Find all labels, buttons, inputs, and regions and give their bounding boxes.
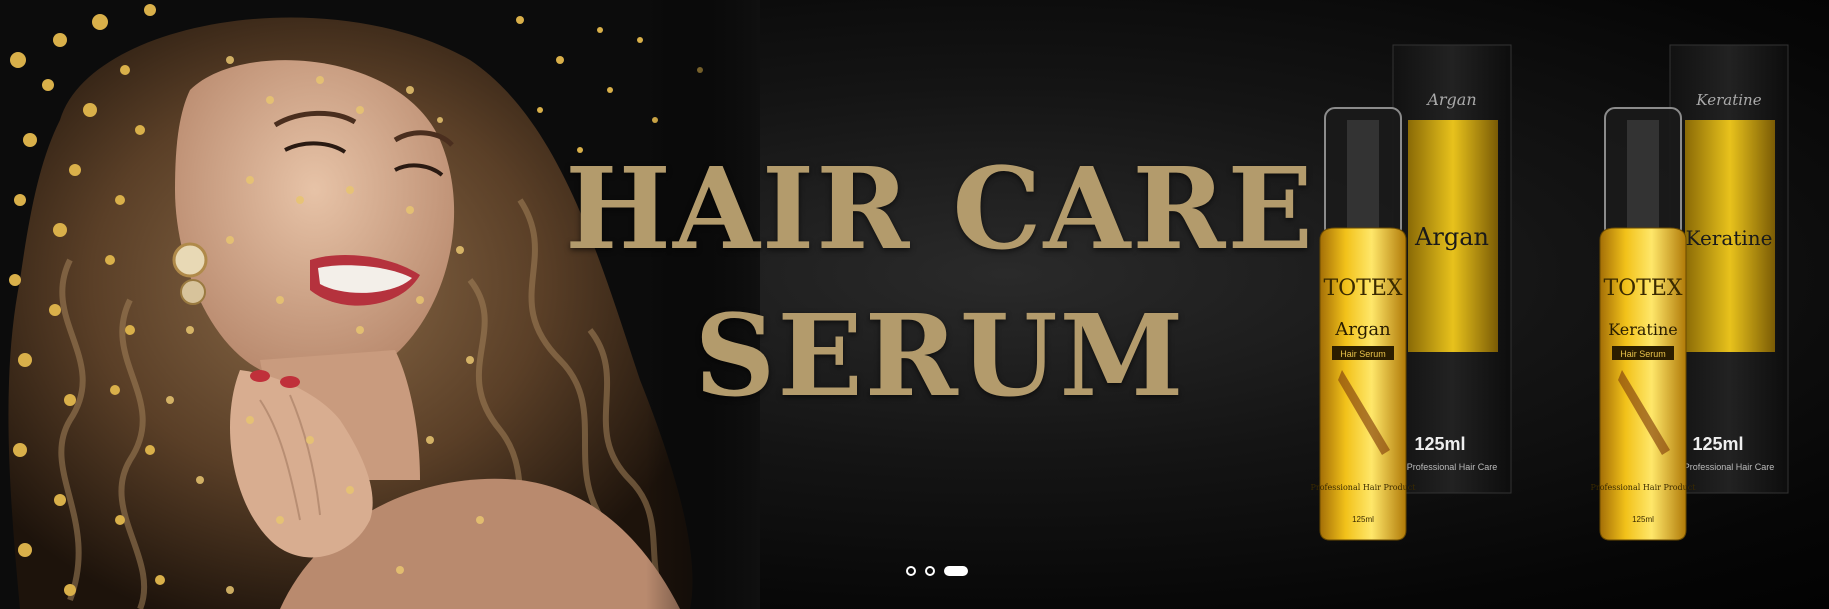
- product-group: Argan Argan 125ml Professional Hair Care…: [1311, 44, 1789, 541]
- keratine-serum-bottle: TOTEX Keratine Hair Serum Professional H…: [1591, 107, 1697, 541]
- box-2-text: Professional Hair Care: [1684, 462, 1775, 472]
- box-2-name: Keratine: [1686, 226, 1773, 250]
- bottle-1-tagline: Professional Hair Product: [1311, 483, 1417, 492]
- headline-line-2: SERUM: [694, 291, 1186, 422]
- box-1-volume: 125ml: [1414, 434, 1465, 454]
- carousel-dot-3[interactable]: [944, 566, 968, 576]
- bottle-1-brand: TOTEX: [1323, 276, 1402, 301]
- box-1-name: Argan: [1414, 223, 1489, 251]
- carousel-pagination: [0, 566, 1829, 576]
- keratine-serum-box: Keratine Keratine 125ml Professional Hai…: [1669, 44, 1789, 494]
- carousel-dot-1[interactable]: [906, 566, 916, 576]
- bottle-1-type: Hair Serum: [1340, 349, 1386, 359]
- bottle-2-name: Keratine: [1608, 320, 1678, 339]
- argan-serum-box: Argan Argan 125ml Professional Hair Care: [1392, 44, 1512, 494]
- bottle-2-brand: TOTEX: [1603, 276, 1682, 301]
- box-brand-script: Keratine: [1695, 91, 1761, 109]
- box-1-text: Professional Hair Care: [1407, 462, 1498, 472]
- bottle-2-volume: 125ml: [1632, 515, 1654, 524]
- hero-banner[interactable]: HAIR CARE SERUM Argan Argan 125ml Profes…: [0, 0, 1829, 609]
- carousel-dot-2[interactable]: [925, 566, 935, 576]
- headline: HAIR CARE SERUM: [560, 150, 1320, 422]
- bottle-2-type: Hair Serum: [1620, 349, 1666, 359]
- bottle-2-tagline: Professional Hair Product: [1591, 483, 1697, 492]
- box-2-volume: 125ml: [1692, 434, 1743, 454]
- bottle-1-name: Argan: [1334, 319, 1391, 340]
- bottle-1-volume: 125ml: [1352, 515, 1374, 524]
- argan-serum-bottle: TOTEX Argan Hair Serum Professional Hair…: [1311, 107, 1417, 541]
- headline-line-1: HAIR CARE: [565, 144, 1315, 275]
- box-brand-script: Argan: [1425, 90, 1476, 109]
